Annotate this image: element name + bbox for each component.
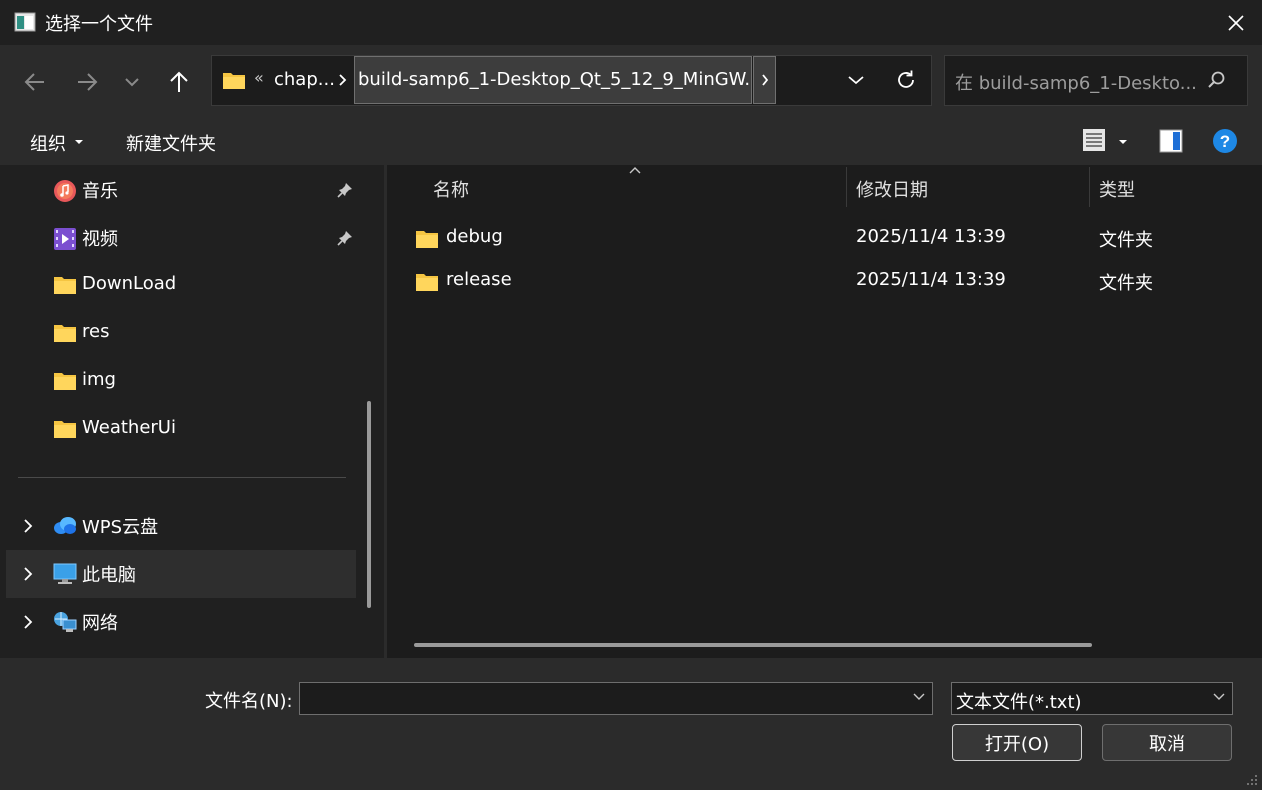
sidebar-scrollbar[interactable]: [367, 401, 371, 608]
title-bar: [0, 0, 1262, 45]
column-divider[interactable]: [1089, 167, 1090, 207]
sidebar-item-img[interactable]: img: [6, 358, 356, 406]
preview-pane-icon[interactable]: [1159, 129, 1183, 153]
search-placeholder: 在 build-samp6_1-Deskto...: [955, 73, 1197, 94]
sidebar-item-label: 网络: [82, 613, 118, 634]
cloud-icon: [53, 515, 77, 535]
filename-label: 文件名(N):: [205, 691, 293, 712]
file-date: 2025/11/4 13:39: [856, 226, 1006, 247]
expand-chevron-icon[interactable]: [22, 517, 34, 535]
caret-down-icon[interactable]: [74, 139, 84, 145]
sidebar-item-label: WPS云盘: [82, 517, 159, 538]
file-date: 2025/11/4 13:39: [856, 269, 1006, 290]
folder-icon: [53, 371, 77, 391]
chevron-down-icon[interactable]: [912, 692, 926, 701]
arrow-left-icon: [24, 73, 44, 91]
file-type-filter[interactable]: 文本文件(*.txt): [951, 682, 1233, 715]
folder-icon: [415, 229, 439, 249]
organize-menu[interactable]: 组织: [30, 130, 66, 156]
help-icon[interactable]: ?: [1212, 128, 1238, 154]
arrow-right-icon: [78, 73, 98, 91]
chevron-down-icon[interactable]: [1212, 692, 1226, 701]
arrow-up-icon: [170, 71, 188, 92]
sidebar-item-weatherui[interactable]: WeatherUi: [6, 406, 356, 454]
sidebar-item-label: 此电脑: [82, 565, 136, 586]
close-icon: [1228, 14, 1244, 31]
chevron-down-icon: [848, 76, 864, 85]
refresh-button[interactable]: [892, 66, 920, 94]
folder-icon: [53, 323, 77, 343]
folder-icon: [222, 70, 246, 90]
file-type: 文件夹: [1099, 230, 1153, 251]
column-divider[interactable]: [846, 167, 847, 207]
refresh-icon: [898, 70, 914, 88]
window-title: 选择一个文件: [45, 14, 153, 35]
sidebar-item-network[interactable]: 网络: [6, 598, 356, 646]
computer-icon: [53, 563, 77, 585]
sidebar-item-label: 视频: [82, 229, 118, 250]
network-icon: [53, 611, 77, 633]
folder-icon: [53, 419, 77, 439]
sidebar-item-video[interactable]: 视频: [6, 214, 356, 262]
pin-icon[interactable]: [337, 230, 353, 246]
file-list-scrollbar[interactable]: [414, 643, 1092, 647]
file-name: debug: [446, 226, 503, 247]
open-button[interactable]: 打开(O): [952, 724, 1082, 761]
sidebar-item-music[interactable]: 音乐: [6, 166, 356, 214]
video-icon: [53, 227, 77, 251]
forward-button[interactable]: [69, 64, 105, 100]
new-folder-button[interactable]: 新建文件夹: [126, 130, 216, 156]
file-row[interactable]: debug 2025/11/4 13:39 文件夹: [400, 218, 1262, 260]
folder-icon: [415, 272, 439, 292]
svg-text:?: ?: [1220, 132, 1230, 151]
list-view-icon[interactable]: [1082, 128, 1106, 152]
caret-down-icon[interactable]: [1118, 139, 1128, 145]
sidebar-item-label: 音乐: [82, 181, 118, 202]
folder-icon: [53, 275, 77, 295]
search-icon[interactable]: [1207, 70, 1227, 90]
cancel-button[interactable]: 取消: [1102, 724, 1232, 761]
expand-chevron-icon[interactable]: [22, 613, 34, 631]
sidebar-divider: [18, 477, 346, 478]
sidebar-item-download[interactable]: DownLoad: [6, 262, 356, 310]
sidebar-item-label: res: [82, 321, 110, 342]
chevron-down-icon: [125, 78, 139, 87]
address-history-button[interactable]: [843, 66, 869, 94]
breadcrumb-expand-button[interactable]: [753, 56, 776, 104]
recent-locations-button[interactable]: [114, 64, 150, 100]
app-window-icon: [14, 12, 36, 32]
sidebar-item-res[interactable]: res: [6, 310, 356, 358]
resize-grip-icon[interactable]: [1246, 774, 1258, 786]
sort-ascending-icon: [628, 166, 642, 174]
pin-icon[interactable]: [337, 182, 353, 198]
column-header-type[interactable]: 类型: [1099, 176, 1135, 202]
file-row[interactable]: release 2025/11/4 13:39 文件夹: [400, 261, 1262, 303]
filename-input[interactable]: [299, 682, 933, 715]
chevron-right-icon: [761, 74, 768, 86]
file-name: release: [446, 269, 512, 290]
sidebar-item-label: WeatherUi: [82, 417, 176, 438]
breadcrumb-overflow[interactable]: «: [254, 68, 264, 87]
music-icon: [53, 179, 77, 203]
sidebar-item-label: img: [82, 369, 116, 390]
close-button[interactable]: [1210, 0, 1262, 45]
back-button[interactable]: [17, 64, 53, 100]
breadcrumb-separator-icon[interactable]: [336, 69, 350, 91]
breadcrumb-parent[interactable]: chap...: [274, 69, 335, 90]
column-header-name[interactable]: 名称: [433, 176, 469, 202]
up-button[interactable]: [161, 64, 197, 100]
sidebar-item-wps-cloud[interactable]: WPS云盘: [6, 502, 356, 550]
file-type: 文件夹: [1099, 273, 1153, 294]
sidebar-item-this-pc[interactable]: 此电脑: [6, 550, 356, 598]
expand-chevron-icon[interactable]: [22, 565, 34, 583]
sidebar-item-label: DownLoad: [82, 273, 177, 294]
breadcrumb-current[interactable]: build-samp6_1-Desktop_Qt_5_12_9_MinGW...: [354, 56, 752, 104]
column-header-date[interactable]: 修改日期: [856, 176, 928, 202]
